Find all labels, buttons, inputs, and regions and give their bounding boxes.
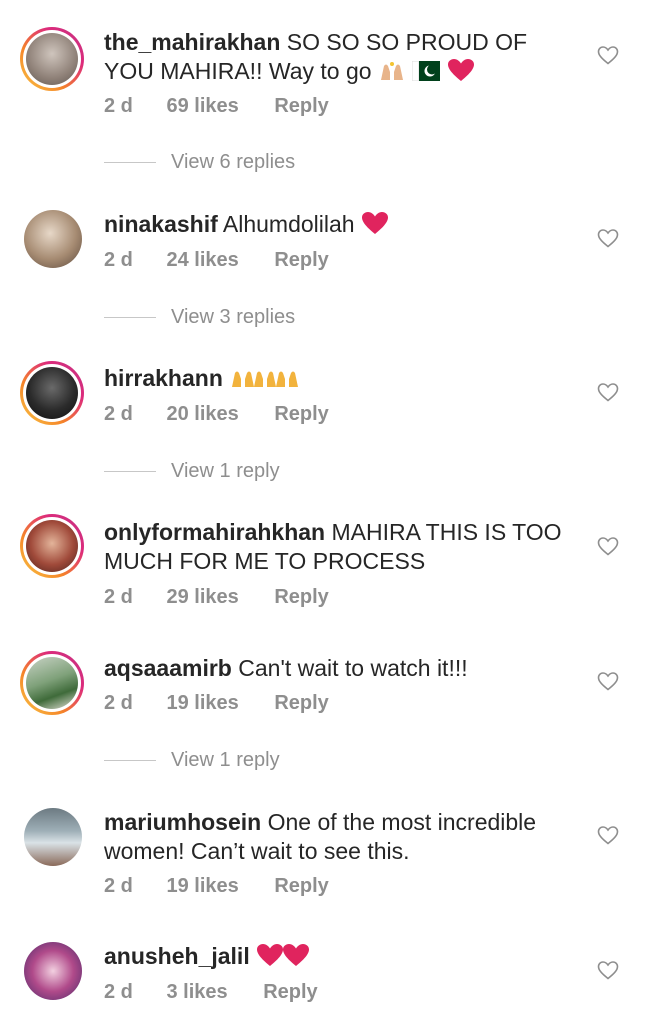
divider-line xyxy=(104,471,156,472)
avatar[interactable] xyxy=(24,942,82,1000)
red-heart-icon xyxy=(257,944,284,966)
divider-line xyxy=(104,760,156,761)
like-count[interactable]: 20 likes xyxy=(166,403,238,426)
like-heart-icon[interactable] xyxy=(596,43,620,67)
comment-username[interactable]: aqsaaamirb xyxy=(104,655,232,681)
like-count[interactable]: 24 likes xyxy=(166,249,238,272)
comment-body: mariumhosein One of the most incredible … xyxy=(104,808,574,866)
comment-meta: 2 d 29 likes Reply xyxy=(104,586,329,609)
reply-button[interactable]: Reply xyxy=(274,875,328,898)
comment-meta: 2 d 3 likes Reply xyxy=(104,981,318,1004)
comment-time: 2 d xyxy=(104,249,133,271)
reply-button[interactable]: Reply xyxy=(274,95,328,118)
avatar-image xyxy=(24,942,82,1000)
comment-meta: 2 d 20 likes Reply xyxy=(104,403,329,426)
avatar[interactable] xyxy=(24,210,82,268)
comment-username[interactable]: ninakashif xyxy=(104,211,218,237)
raised-hands-icon xyxy=(380,62,403,80)
comment-meta: 2 d 19 likes Reply xyxy=(104,875,329,898)
like-heart-icon[interactable] xyxy=(596,669,620,693)
comment-body: aqsaaamirb Can't wait to watch it!!! xyxy=(104,654,574,683)
comment-time: 2 d xyxy=(104,95,133,117)
comment-body: onlyformahirahkhan MAHIRA THIS IS TOO MU… xyxy=(104,518,574,576)
reply-button[interactable]: Reply xyxy=(274,692,328,715)
reply-button[interactable]: Reply xyxy=(274,249,328,272)
avatar-image xyxy=(26,33,78,85)
avatar-image xyxy=(26,367,78,419)
pakistan-flag-icon xyxy=(412,61,441,81)
view-replies-button[interactable]: View 1 reply xyxy=(104,749,280,772)
avatar[interactable] xyxy=(24,808,82,866)
comment-username[interactable]: hirrakhann xyxy=(104,365,223,391)
avatar[interactable] xyxy=(20,27,84,91)
comment-body: ninakashif Alhumdolilah xyxy=(104,210,574,239)
like-heart-icon[interactable] xyxy=(596,534,620,558)
comment-meta: 2 d 69 likes Reply xyxy=(104,95,329,118)
comment-time: 2 d xyxy=(104,875,133,897)
view-replies-button[interactable]: View 3 replies xyxy=(104,306,295,329)
avatar[interactable] xyxy=(20,361,84,425)
comment-time: 2 d xyxy=(104,586,133,608)
like-count[interactable]: 29 likes xyxy=(166,586,238,609)
like-count[interactable]: 19 likes xyxy=(166,692,238,715)
red-heart-icon xyxy=(447,59,474,81)
comment-time: 2 d xyxy=(104,692,133,714)
red-heart-icon xyxy=(283,944,310,966)
view-replies-button[interactable]: View 1 reply xyxy=(104,460,280,483)
like-count[interactable]: 19 likes xyxy=(166,875,238,898)
like-heart-icon[interactable] xyxy=(596,226,620,250)
avatar-image xyxy=(24,210,82,268)
red-heart-icon xyxy=(361,212,388,234)
comment-body: anusheh_jalil xyxy=(104,942,574,971)
comment-body: hirrakhann xyxy=(104,364,574,393)
avatar[interactable] xyxy=(20,651,84,715)
comment-text: Alhumdolilah xyxy=(222,211,355,237)
avatar-image xyxy=(24,808,82,866)
raised-hands-icon xyxy=(276,371,299,387)
comment-username[interactable]: mariumhosein xyxy=(104,809,261,835)
avatar-image xyxy=(26,520,78,572)
avatar[interactable] xyxy=(20,514,84,578)
comment-meta: 2 d 24 likes Reply xyxy=(104,249,329,272)
like-heart-icon[interactable] xyxy=(596,380,620,404)
comment-username[interactable]: anusheh_jalil xyxy=(104,943,250,969)
like-count[interactable]: 69 likes xyxy=(166,95,238,118)
avatar-image xyxy=(26,657,78,709)
comment-time: 2 d xyxy=(104,403,133,425)
reply-button[interactable]: Reply xyxy=(274,403,328,426)
like-heart-icon[interactable] xyxy=(596,958,620,982)
comment-time: 2 d xyxy=(104,981,133,1003)
comment-text: Can't wait to watch it!!! xyxy=(238,655,468,681)
reply-button[interactable]: Reply xyxy=(274,586,328,609)
comment-username[interactable]: onlyformahirahkhan xyxy=(104,519,325,545)
comment-meta: 2 d 19 likes Reply xyxy=(104,692,329,715)
like-count[interactable]: 3 likes xyxy=(166,981,227,1004)
view-replies-button[interactable]: View 6 replies xyxy=(104,151,295,174)
reply-button[interactable]: Reply xyxy=(263,981,317,1004)
comment-username[interactable]: the_mahirakhan xyxy=(104,29,280,55)
like-heart-icon[interactable] xyxy=(596,823,620,847)
divider-line xyxy=(104,317,156,318)
comment-body: the_mahirakhan SO SO SO PROUD OF YOU MAH… xyxy=(104,28,574,86)
divider-line xyxy=(104,162,156,163)
